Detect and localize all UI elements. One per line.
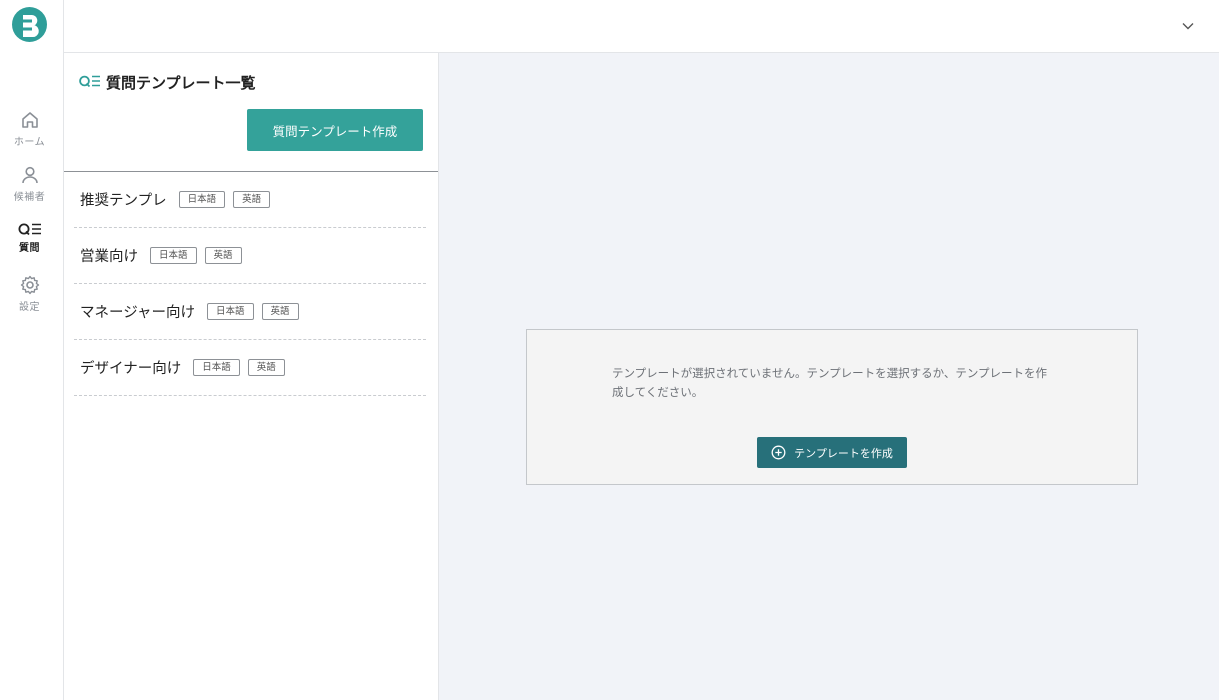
template-row[interactable]: デザイナー向け 日本語 英語 [74, 340, 426, 396]
language-tag: 英語 [233, 191, 271, 208]
nav-item-questions[interactable]: 質問 [0, 222, 59, 254]
page-title-text: 質問テンプレート一覧 [106, 74, 256, 92]
template-name: 営業向け [80, 249, 138, 265]
template-row[interactable]: マネージャー向け 日本語 英語 [74, 284, 426, 340]
language-tag: 英語 [261, 303, 299, 320]
create-template-label: テンプレートを作成 [794, 446, 893, 460]
template-row[interactable]: 営業向け 日本語 英語 [74, 228, 426, 284]
language-tag: 日本語 [150, 247, 197, 264]
nav-item-home[interactable]: ホーム [0, 110, 59, 148]
language-tag: 英語 [204, 247, 242, 264]
nav-item-label: ホーム [13, 137, 46, 148]
language-tag: 日本語 [206, 303, 254, 320]
icon-rail: ホーム 候補者 質問 設定 [0, 0, 64, 700]
gear-icon [20, 275, 39, 295]
empty-state: テンプレートが選択されていません。テンプレートを選択するか、テンプレートを作成し… [526, 329, 1138, 485]
template-name: 推奨テンプレ [80, 193, 167, 209]
home-icon [21, 112, 38, 128]
create-template-button[interactable]: テンプレートを作成 [757, 437, 907, 468]
chevron-down-icon [1182, 23, 1194, 30]
top-bar [64, 0, 1219, 53]
plus-circle-icon [771, 445, 786, 460]
logo-icon [19, 14, 39, 37]
template-detail-area: テンプレートが選択されていません。テンプレートを選択するか、テンプレートを作成し… [439, 53, 1219, 700]
nav-item-label: 設定 [19, 302, 40, 313]
template-row[interactable]: 推奨テンプレ 日本語 英語 [74, 172, 426, 228]
language-tag: 日本語 [193, 359, 240, 376]
language-tag: 英語 [247, 359, 285, 376]
empty-state-message: テンプレートが選択されていません。テンプレートを選択するか、テンプレートを作成し… [612, 366, 1048, 399]
nav-item-label: 質問 [19, 243, 40, 254]
template-name: デザイナー向け [80, 361, 182, 377]
template-list-panel: 質問テンプレート一覧 質問テンプレート作成 推奨テンプレ 日本語 英語 営業向け… [64, 53, 439, 700]
page-title: 質問テンプレート一覧 [79, 72, 256, 93]
user-icon [21, 166, 38, 184]
app-logo[interactable] [12, 7, 47, 42]
template-name: マネージャー向け [80, 305, 195, 321]
template-list: 推奨テンプレ 日本語 英語 営業向け 日本語 英語 マネージャー向け 日本語 英… [74, 172, 426, 396]
account-menu-toggle[interactable] [1179, 18, 1197, 32]
language-tag: 日本語 [178, 191, 226, 208]
nav-item-candidates[interactable]: 候補者 [0, 165, 59, 203]
question-list-icon [18, 223, 41, 236]
create-question-template-button[interactable]: 質問テンプレート作成 [247, 109, 423, 151]
question-list-icon [79, 74, 101, 92]
nav-item-label: 候補者 [13, 192, 46, 203]
nav-item-settings[interactable]: 設定 [0, 275, 59, 313]
